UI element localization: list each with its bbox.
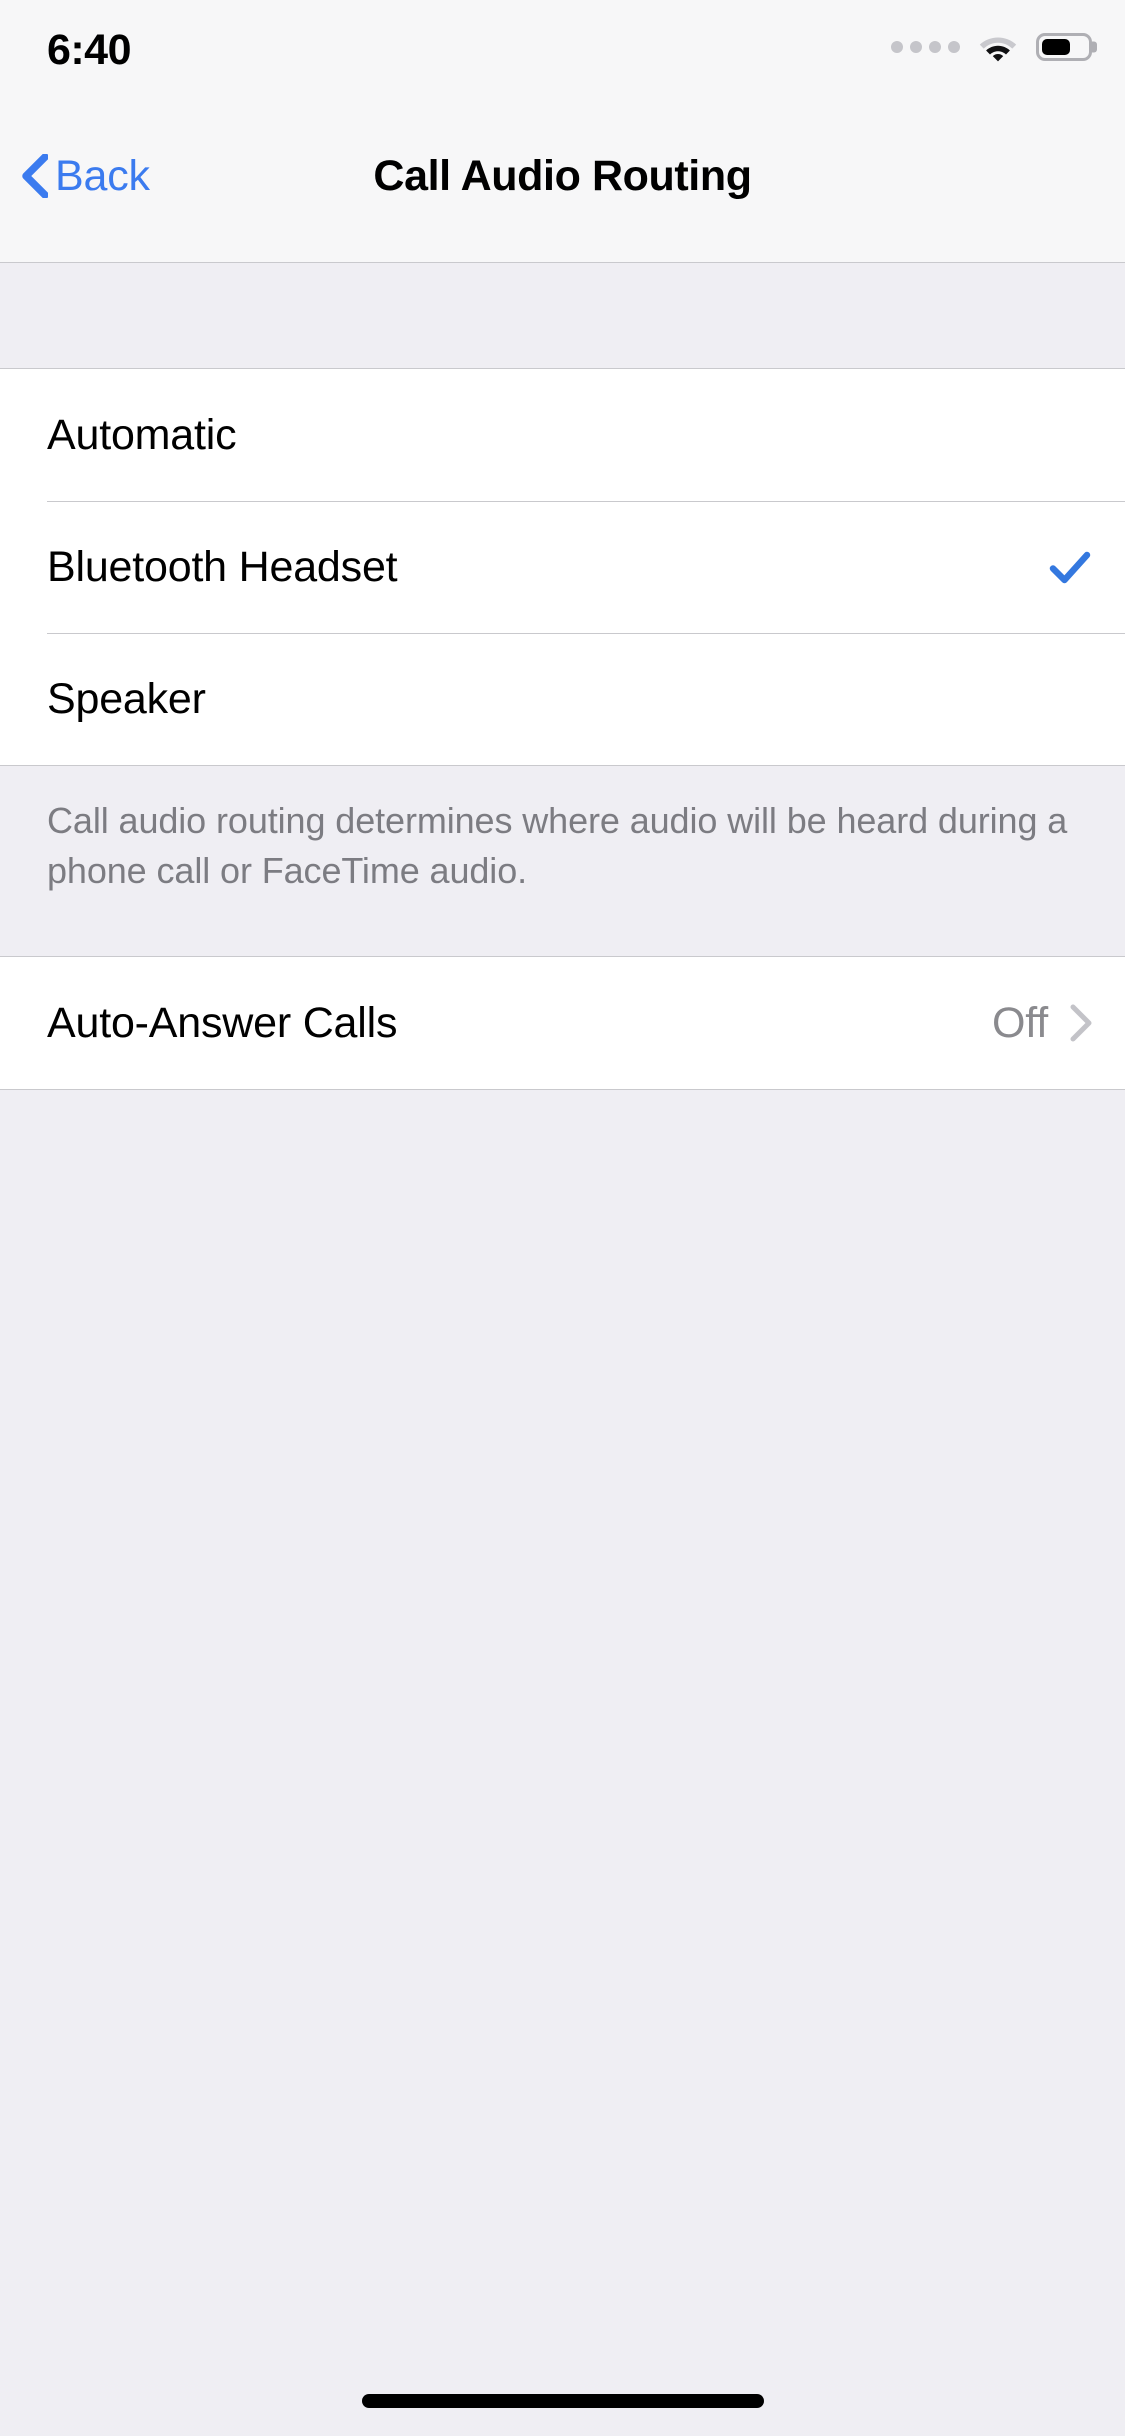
auto-answer-group: Auto-Answer Calls Off: [0, 956, 1125, 1090]
list-item-label: Speaker: [47, 674, 206, 723]
list-item-label: Auto-Answer Calls: [47, 998, 398, 1047]
list-item-automatic[interactable]: Automatic: [0, 369, 1125, 501]
list-item-speaker[interactable]: Speaker: [0, 633, 1125, 765]
chevron-right-icon: [1070, 1004, 1092, 1042]
wifi-icon: [977, 31, 1019, 63]
settings-content: Automatic Bluetooth Headset Speaker Call…: [0, 263, 1125, 2436]
battery-icon: [1036, 33, 1097, 61]
status-bar-indicators: [891, 26, 1097, 68]
navigation-bar: Back Call Audio Routing: [0, 90, 1125, 263]
cellular-dots-icon: [891, 41, 960, 53]
list-item-label: Automatic: [47, 410, 237, 459]
home-indicator[interactable]: [361, 2394, 764, 2408]
status-bar-time: 6:40: [46, 26, 132, 74]
list-item-bluetooth-headset[interactable]: Bluetooth Headset: [0, 501, 1125, 633]
checkmark-icon: [1048, 545, 1092, 589]
list-item-value: Off: [992, 998, 1048, 1047]
list-item-label: Bluetooth Headset: [47, 542, 398, 591]
content-top-gap: [0, 263, 1125, 368]
list-item-auto-answer-calls[interactable]: Auto-Answer Calls Off: [0, 957, 1125, 1089]
audio-routing-group: Automatic Bluetooth Headset Speaker: [0, 368, 1125, 766]
status-bar: 6:40: [0, 0, 1125, 90]
iphone-screen: 6:40 Back Call Audio Routing Automatic B…: [0, 0, 1125, 2436]
audio-routing-footer-text: Call audio routing determines where audi…: [0, 766, 1125, 956]
page-title: Call Audio Routing: [373, 151, 752, 200]
